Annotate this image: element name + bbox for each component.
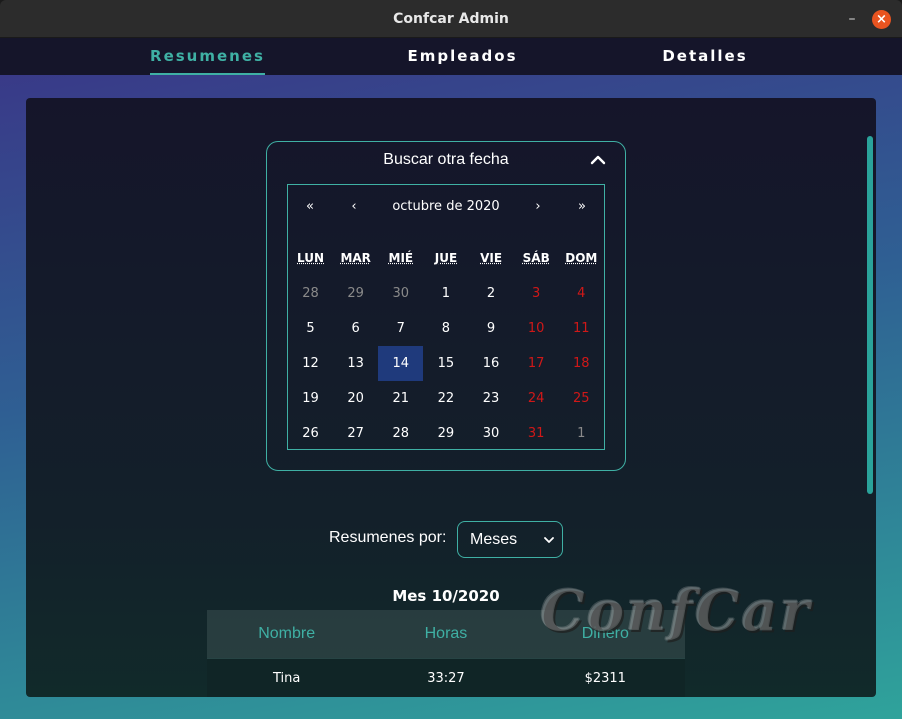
calendar-week-row: 5 6 7 8 9 10 11 [288, 311, 604, 346]
calendar-day[interactable]: 5 [288, 311, 333, 346]
calendar-day[interactable]: 26 [288, 416, 333, 451]
calendar-day[interactable]: 3 [514, 276, 559, 311]
calendar-day[interactable]: 22 [423, 381, 468, 416]
calendar-day[interactable]: 20 [333, 381, 378, 416]
calendar-day[interactable]: 1 [559, 416, 604, 451]
calendar-week-row: 26 27 28 29 30 31 1 [288, 416, 604, 451]
calendar-day[interactable]: 13 [333, 346, 378, 381]
calendar: « ‹ octubre de 2020 › » LUN MAR MIÉ JUE … [287, 184, 605, 450]
calendar-day[interactable]: 30 [378, 276, 423, 311]
vertical-scrollbar[interactable] [867, 136, 873, 494]
weekday-label: DOM [565, 251, 598, 265]
weekday-label: MIÉ [388, 251, 414, 265]
chevron-down-icon [544, 537, 554, 543]
calendar-day[interactable]: 27 [333, 416, 378, 451]
table-cell: 33:27 [427, 671, 465, 686]
calendar-day[interactable]: 11 [559, 311, 604, 346]
calendar-day-selected[interactable]: 14 [378, 346, 424, 381]
calendar-day[interactable]: 19 [288, 381, 333, 416]
weekday-label: LUN [297, 251, 325, 265]
calendar-day[interactable]: 18 [559, 346, 604, 381]
table-cell: Tina [272, 671, 301, 686]
weekday-header-row: LUN MAR MIÉ JUE VIE SÁB DOM [288, 241, 604, 276]
weekday-label: MAR [340, 251, 371, 265]
title-bar: Confcar Admin – × [0, 0, 902, 38]
calendar-week-row: 19 20 21 22 23 24 25 [288, 381, 604, 416]
calendar-week-row: 12 13 14 15 16 17 18 [288, 346, 604, 381]
calendar-day[interactable]: 10 [514, 311, 559, 346]
calendar-day[interactable]: 28 [378, 416, 423, 451]
chevron-up-icon[interactable] [589, 151, 607, 169]
date-picker: Buscar otra fecha « ‹ octubre de 2020 › … [266, 141, 626, 471]
calendar-day[interactable]: 2 [469, 276, 514, 311]
tab-bar: Resumenes Empleados Detalles [0, 38, 902, 75]
calendar-day[interactable]: 23 [469, 381, 514, 416]
calendar-day[interactable]: 9 [469, 311, 514, 346]
minimize-button[interactable]: – [844, 11, 860, 27]
calendar-day[interactable]: 30 [469, 416, 514, 451]
column-header-horas[interactable]: Horas [366, 610, 525, 658]
calendar-day[interactable]: 1 [423, 276, 468, 311]
calendar-day[interactable]: 29 [423, 416, 468, 451]
tab-label: Detalles [662, 47, 748, 65]
calendar-day[interactable]: 24 [514, 381, 559, 416]
tab-empleados[interactable]: Empleados [405, 38, 520, 75]
calendar-day[interactable]: 21 [378, 381, 423, 416]
calendar-day[interactable]: 17 [514, 346, 559, 381]
calendar-day[interactable]: 25 [559, 381, 604, 416]
tab-detalles[interactable]: Detalles [655, 38, 755, 75]
weekday-label: VIE [480, 251, 503, 265]
prev-year-button[interactable]: « [302, 199, 318, 214]
active-tab-indicator [150, 73, 265, 75]
calendar-day[interactable]: 4 [559, 276, 604, 311]
calendar-day[interactable]: 12 [288, 346, 333, 381]
next-month-button[interactable]: › [532, 199, 544, 214]
calendar-day[interactable]: 6 [333, 311, 378, 346]
tab-label: Empleados [407, 47, 518, 65]
month-year-label[interactable]: octubre de 2020 [388, 199, 504, 214]
weekday-label: JUE [434, 251, 458, 265]
prev-month-button[interactable]: ‹ [348, 199, 360, 214]
tab-resumenes[interactable]: Resumenes [150, 38, 265, 75]
calendar-day[interactable]: 28 [288, 276, 333, 311]
calendar-day[interactable]: 29 [333, 276, 378, 311]
date-picker-header[interactable]: Buscar otra fecha [267, 151, 625, 169]
select-value: Meses [470, 531, 518, 548]
calendar-day[interactable]: 16 [469, 346, 514, 381]
calendar-day[interactable]: 15 [423, 346, 468, 381]
column-header-nombre[interactable]: Nombre [207, 610, 366, 658]
calendar-week-row: 28 29 30 1 2 3 4 [288, 276, 604, 311]
window-title: Confcar Admin [393, 10, 509, 27]
summary-period-select[interactable]: Meses [457, 521, 563, 558]
close-button[interactable]: × [872, 10, 891, 29]
summary-by-label: Resumenes por: [329, 529, 447, 546]
calendar-day[interactable]: 7 [378, 311, 423, 346]
weekday-label: SÁB [522, 251, 550, 265]
confcar-watermark-logo: ConfCar [540, 578, 812, 644]
tab-label: Resumenes [150, 47, 265, 65]
calendar-day[interactable]: 31 [514, 416, 559, 451]
next-year-button[interactable]: » [574, 199, 590, 214]
calendar-day[interactable]: 8 [423, 311, 468, 346]
